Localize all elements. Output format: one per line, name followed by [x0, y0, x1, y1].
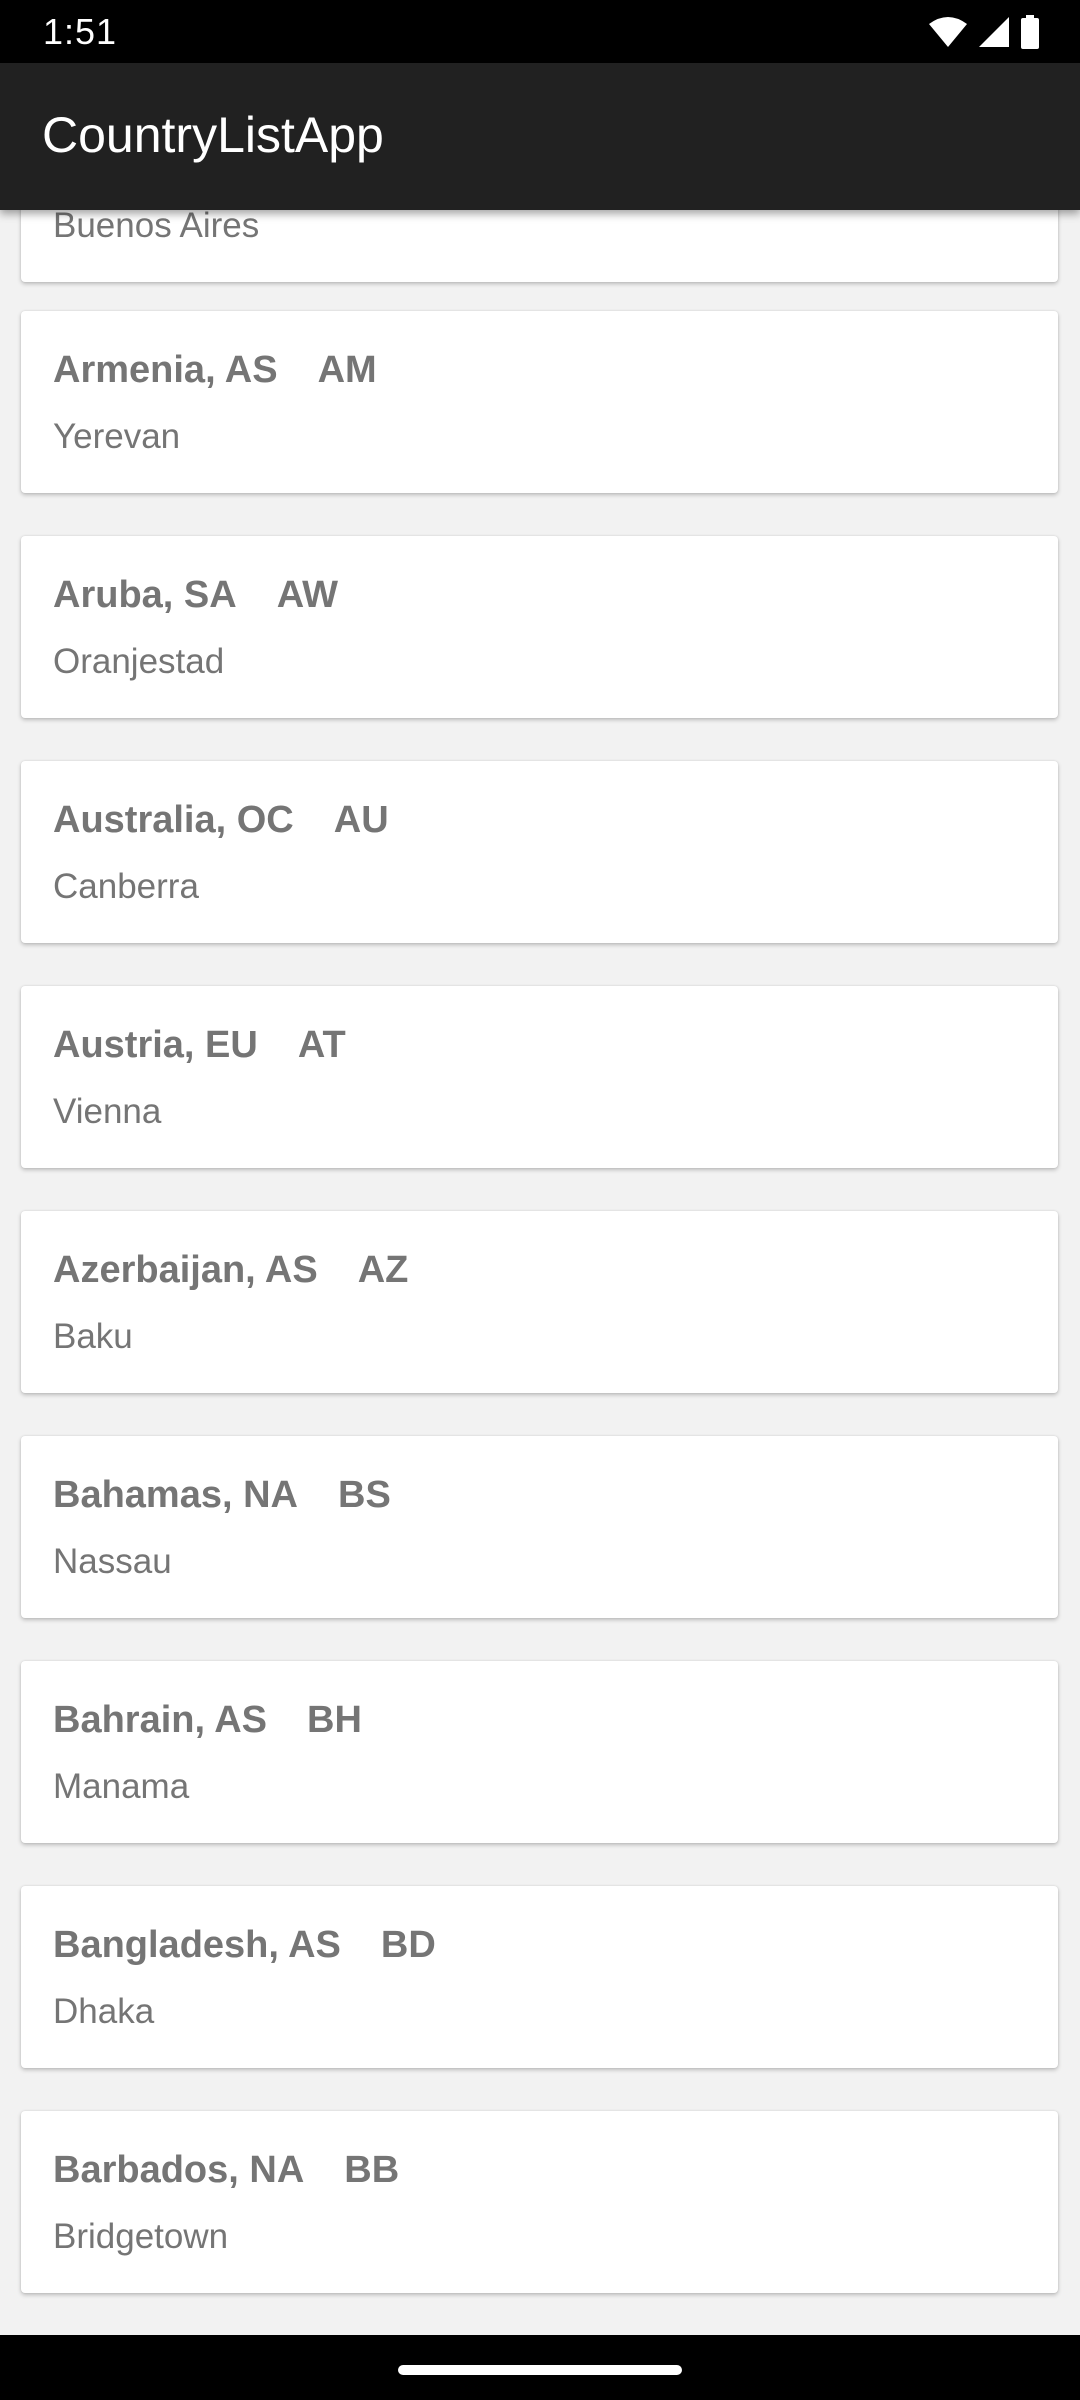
country-title: Austria, EU AT: [53, 1024, 346, 1066]
country-region: OC: [236, 799, 294, 841]
country-capital: Baku: [53, 1317, 133, 1356]
country-card[interactable]: Buenos Aires: [21, 210, 1058, 282]
country-code: BD: [380, 1924, 436, 1966]
country-title: Aruba, SA AW: [53, 574, 338, 616]
country-capital: Yerevan: [53, 417, 181, 456]
country-title: Azerbaijan, AS AZ: [53, 1249, 409, 1291]
country-capital: Vienna: [53, 1092, 162, 1131]
country-title: Barbados, NA BB: [53, 2149, 400, 2191]
country-region: NA: [243, 1474, 298, 1516]
country-title: Australia, OC AU: [53, 799, 389, 841]
status-bar: 1:51: [0, 0, 1080, 63]
home-indicator[interactable]: [398, 2365, 682, 2375]
country-capital: Buenos Aires: [53, 210, 260, 245]
country-region: AS: [288, 1924, 341, 1966]
country-code: AM: [317, 349, 377, 391]
country-name: Australia: [53, 799, 216, 841]
country-card[interactable]: Aruba, SA AW Oranjestad: [21, 536, 1058, 718]
country-title: Bahamas, NA BS: [53, 1474, 391, 1516]
country-region: AS: [264, 1249, 318, 1291]
country-card[interactable]: Bahamas, NA BS Nassau: [21, 1436, 1058, 1618]
country-name: Bangladesh: [53, 1924, 269, 1966]
country-name: Bahrain: [53, 1699, 195, 1741]
country-card[interactable]: Barbados, NA BB Bridgetown: [21, 2111, 1058, 2293]
country-title: Bangladesh, AS BD: [53, 1924, 436, 1966]
country-name: Armenia: [53, 349, 206, 391]
country-capital: Nassau: [53, 1542, 172, 1581]
country-region: AS: [214, 1699, 267, 1741]
country-card[interactable]: Azerbaijan, AS AZ Baku: [21, 1211, 1058, 1393]
country-capital: Bridgetown: [53, 2217, 229, 2256]
country-code: AW: [276, 574, 338, 616]
country-code: BS: [338, 1474, 391, 1516]
country-code: AT: [297, 1024, 346, 1066]
country-capital: Oranjestad: [53, 642, 225, 681]
country-card[interactable]: Armenia, AS AM Yerevan: [21, 311, 1058, 493]
country-code: AU: [333, 799, 389, 841]
country-capital: Manama: [53, 1767, 190, 1806]
country-name: Azerbaijan: [53, 1249, 246, 1291]
country-region: SA: [183, 574, 237, 616]
country-card[interactable]: Bangladesh, AS BD Dhaka: [21, 1886, 1058, 2068]
status-icons: [928, 14, 1040, 50]
country-card[interactable]: Australia, OC AU Canberra: [21, 761, 1058, 943]
country-title: Armenia, AS AM: [53, 349, 377, 391]
country-region: EU: [205, 1024, 258, 1066]
navigation-bar: [0, 2335, 1080, 2400]
country-name: Austria: [53, 1024, 184, 1066]
country-title: Bahrain, AS BH: [53, 1699, 362, 1741]
country-card[interactable]: Bahrain, AS BH Manama: [21, 1661, 1058, 1843]
country-code: BB: [344, 2149, 400, 2191]
country-name: Barbados: [53, 2149, 229, 2191]
country-code: AZ: [357, 1249, 409, 1291]
country-name: Aruba: [53, 574, 163, 616]
country-capital: Canberra: [53, 867, 199, 906]
country-region: AS: [224, 349, 278, 391]
country-code: BH: [307, 1699, 362, 1741]
app-bar: CountryListApp: [0, 63, 1080, 210]
country-name: Bahamas: [53, 1474, 222, 1516]
country-card[interactable]: Austria, EU AT Vienna: [21, 986, 1058, 1168]
country-region: NA: [249, 2149, 305, 2191]
status-time: 1:51: [43, 11, 118, 52]
battery-icon: [1021, 15, 1039, 49]
wifi-icon: [929, 17, 967, 47]
cellular-signal-icon: [979, 17, 1009, 47]
country-capital: Dhaka: [53, 1992, 155, 2031]
country-list[interactable]: Buenos Aires Armenia, AS AM Yerevan Aruba…: [0, 210, 1080, 2335]
app-title: CountryListApp: [42, 107, 384, 163]
